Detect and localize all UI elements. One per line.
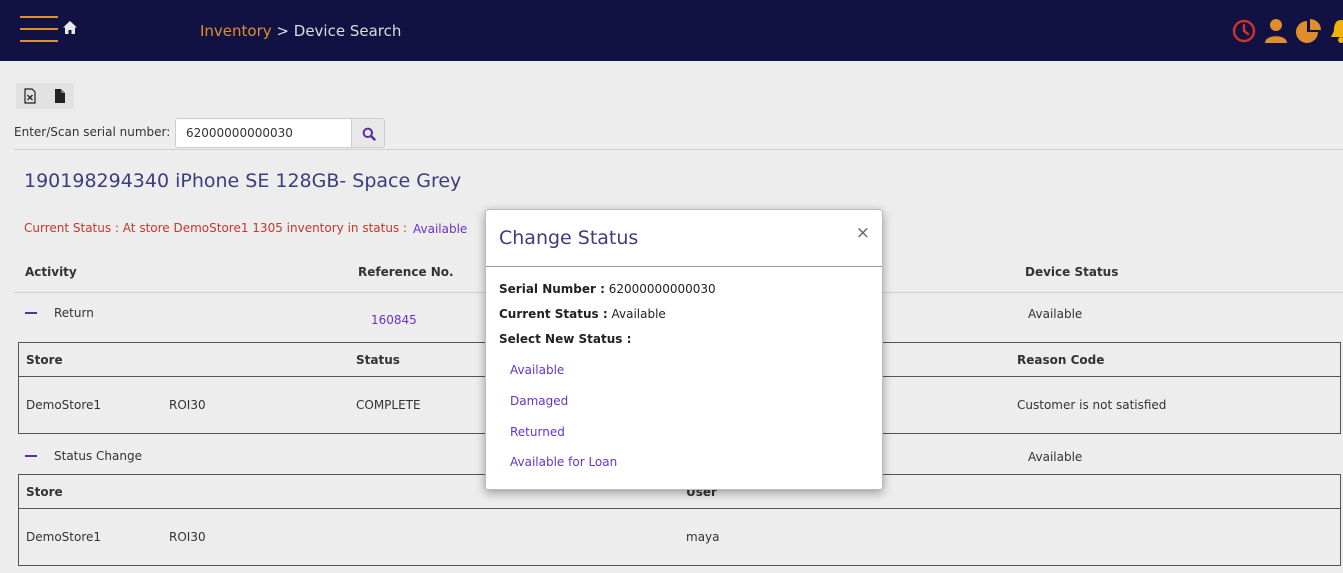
- modal-serial-value: 62000000000030: [608, 282, 716, 296]
- serial-search-input[interactable]: [175, 118, 352, 148]
- menu-icon[interactable]: [20, 16, 58, 44]
- user-icon[interactable]: [1264, 18, 1288, 44]
- clock-icon[interactable]: [1231, 18, 1257, 44]
- detail-header-store: Store: [26, 353, 63, 367]
- export-toolbar: [16, 83, 74, 109]
- status-option-available-for-loan[interactable]: Available for Loan: [510, 455, 617, 469]
- close-icon[interactable]: ×: [856, 223, 870, 243]
- detail-store-code: ROI30: [169, 530, 206, 544]
- pie-chart-icon[interactable]: [1295, 18, 1323, 44]
- top-navigation-bar: Inventory > Device Search: [0, 0, 1343, 61]
- detail-store: DemoStore1: [26, 398, 102, 412]
- device-status-text: Current Status : At store DemoStore1 130…: [24, 221, 408, 235]
- status-option-damaged[interactable]: Damaged: [510, 394, 568, 408]
- detail-header-store: Store: [26, 485, 63, 499]
- modal-serial-row: Serial Number : 62000000000030: [499, 282, 716, 296]
- device-title: 190198294340 iPhone SE 128GB- Space Grey: [24, 170, 462, 192]
- document-export-icon[interactable]: [53, 88, 67, 104]
- collapse-icon[interactable]: [25, 312, 37, 314]
- detail-header-status: Status: [356, 353, 400, 367]
- serial-search-label: Enter/Scan serial number:: [14, 125, 171, 139]
- modal-divider: [486, 266, 882, 267]
- device-status-cell: Available: [1028, 307, 1083, 321]
- serial-search-button[interactable]: [351, 118, 385, 148]
- activity-return: Return: [54, 306, 94, 320]
- column-header-reference: Reference No.: [358, 265, 454, 279]
- detail-header-reason: Reason Code: [1017, 353, 1105, 367]
- bell-icon[interactable]: [1329, 18, 1343, 44]
- detail-user: maya: [686, 530, 720, 544]
- excel-export-icon[interactable]: [23, 88, 37, 104]
- collapse-icon[interactable]: [25, 455, 37, 457]
- modal-current-status-value: Available: [611, 307, 666, 321]
- status-option-available[interactable]: Available: [510, 363, 564, 377]
- device-status-cell: Available: [1028, 450, 1083, 464]
- detail-divider: [19, 508, 1340, 509]
- status-option-returned[interactable]: Returned: [510, 425, 565, 439]
- detail-store: DemoStore1: [26, 530, 102, 544]
- detail-reason: Customer is not satisfied: [1017, 398, 1167, 412]
- change-status-modal: Change Status × Serial Number : 62000000…: [485, 209, 883, 490]
- home-icon[interactable]: [62, 20, 78, 36]
- detail-status: COMPLETE: [356, 398, 421, 412]
- activity-status-change: Status Change: [54, 449, 142, 463]
- modal-serial-label: Serial Number :: [499, 282, 605, 296]
- column-header-activity: Activity: [25, 265, 77, 279]
- modal-current-status-label: Current Status :: [499, 307, 608, 321]
- breadcrumb-separator: >: [271, 22, 294, 40]
- column-header-device-status: Device Status: [1025, 265, 1119, 279]
- divider: [14, 149, 1343, 150]
- device-status-link[interactable]: Available: [413, 222, 467, 236]
- reference-link[interactable]: 160845: [371, 313, 417, 327]
- modal-select-label-text: Select New Status :: [499, 332, 632, 346]
- breadcrumb-device-search: Device Search: [293, 22, 402, 40]
- header-icon-group: [1223, 18, 1343, 46]
- modal-select-label: Select New Status :: [499, 332, 631, 346]
- modal-title: Change Status: [499, 227, 639, 249]
- modal-current-status-row: Current Status : Available: [499, 307, 666, 321]
- breadcrumb: Inventory > Device Search: [200, 22, 401, 40]
- search-icon: [362, 127, 376, 141]
- detail-store-code: ROI30: [169, 398, 206, 412]
- breadcrumb-inventory[interactable]: Inventory: [200, 22, 272, 40]
